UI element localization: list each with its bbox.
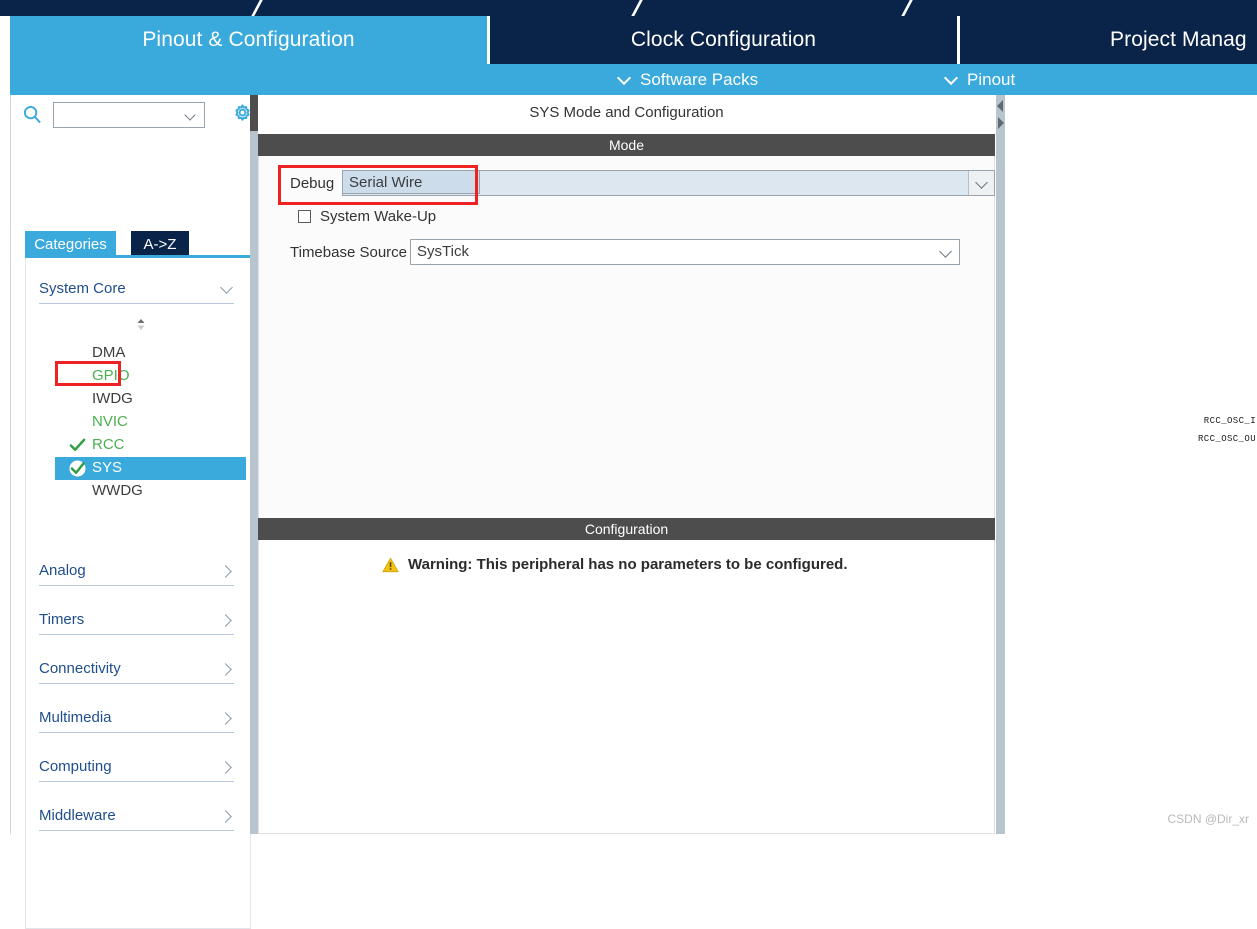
menu-label: Pinout xyxy=(967,69,1016,89)
chevron-down-icon xyxy=(220,282,234,296)
chevron-right-icon xyxy=(220,613,234,627)
group-label: Analog xyxy=(39,562,86,579)
pin-label-rcc-osc-in: RCC_OSC_I xyxy=(1203,416,1256,426)
configuration-warning: Warning: This peripheral has no paramete… xyxy=(382,556,848,573)
chevron-down-icon[interactable] xyxy=(186,111,197,122)
tab-project-manager[interactable]: Project Manag xyxy=(960,16,1257,64)
warning-triangle-icon xyxy=(382,556,399,572)
peripheral-label: IWDG xyxy=(92,390,133,407)
menu-pinout[interactable]: Pinout xyxy=(945,64,1015,95)
chevron-down-icon xyxy=(945,72,958,85)
sys-configuration-panel: SYS Mode and Configuration Mode Debug Se… xyxy=(258,95,995,834)
sidebar-view-tabs: Categories A->Z xyxy=(25,231,251,257)
peripheral-sidebar: Categories A->Z System Core DMA GPIO IWD… xyxy=(10,95,251,929)
menu-software-packs[interactable]: Software Packs xyxy=(618,64,758,95)
chevron-right-icon xyxy=(220,711,234,725)
check-circle-icon xyxy=(69,460,86,477)
banner-slash-decoration xyxy=(247,0,266,16)
chevron-right-icon xyxy=(220,809,234,823)
list-scroll-spinner[interactable] xyxy=(133,316,149,332)
category-scroll-panel: System Core DMA GPIO IWDG NVIC RCC SYS W… xyxy=(25,258,251,929)
timebase-source-combobox[interactable]: SysTick xyxy=(410,239,960,265)
mode-section-header: Mode xyxy=(258,134,995,156)
peripheral-item-dma[interactable]: DMA xyxy=(55,342,246,365)
menu-label: Software Packs xyxy=(640,69,759,89)
system-wakeup-row[interactable]: System Wake-Up xyxy=(298,208,436,225)
group-label: Middleware xyxy=(39,807,116,824)
tab-label: Clock Configuration xyxy=(630,28,817,51)
system-wakeup-label: System Wake-Up xyxy=(320,208,437,225)
main-tab-bar: Pinout & Configuration Clock Configurati… xyxy=(0,16,1257,64)
watermark: CSDN @Dir_xr xyxy=(1167,812,1249,826)
sidebar-group-system-core[interactable]: System Core xyxy=(39,274,234,304)
chevron-down-icon[interactable] xyxy=(968,171,994,195)
peripheral-item-wwdg[interactable]: WWDG xyxy=(55,480,246,503)
peripheral-item-gpio[interactable]: GPIO xyxy=(55,365,246,388)
peripheral-label: SYS xyxy=(92,459,123,476)
group-label: System Core xyxy=(39,280,126,297)
sub-tool-bar: Software Packs Pinout xyxy=(10,64,1257,95)
sidebar-group-connectivity[interactable]: Connectivity xyxy=(39,654,234,684)
tab-label: A->Z xyxy=(143,235,177,253)
sidebar-group-middleware[interactable]: Middleware xyxy=(39,801,234,831)
sidebar-group-analog[interactable]: Analog xyxy=(39,556,234,586)
search-box[interactable] xyxy=(53,102,205,128)
chevron-down-icon[interactable] xyxy=(933,240,959,264)
search-icon[interactable] xyxy=(23,105,42,124)
configuration-section-body xyxy=(258,540,995,834)
search-row xyxy=(11,99,251,133)
panel-splitter[interactable] xyxy=(996,95,1005,834)
tab-label: Project Manag xyxy=(1110,28,1247,51)
peripheral-label: NVIC xyxy=(92,413,128,430)
warning-text: Warning: This peripheral has no paramete… xyxy=(408,556,848,573)
chevron-down-icon xyxy=(618,72,631,85)
panel-title: SYS Mode and Configuration xyxy=(258,95,995,129)
chevron-right-icon xyxy=(220,662,234,676)
banner-slash-decoration xyxy=(627,0,646,16)
sidebar-group-computing[interactable]: Computing xyxy=(39,752,234,782)
tab-label: Categories xyxy=(34,235,107,253)
tab-a-to-z[interactable]: A->Z xyxy=(131,231,189,257)
title-banner xyxy=(0,0,1257,16)
tab-clock-configuration[interactable]: Clock Configuration xyxy=(490,16,957,64)
sidebar-group-multimedia[interactable]: Multimedia xyxy=(39,703,234,733)
group-label: Timers xyxy=(39,611,85,628)
peripheral-item-sys[interactable]: SYS xyxy=(55,457,246,480)
configuration-section-header: Configuration xyxy=(258,518,995,540)
debug-label: Debug xyxy=(290,175,335,192)
debug-combobox[interactable]: Serial Wire xyxy=(342,170,995,196)
pin-label-rcc-osc-out: RCC_OSC_OU xyxy=(1197,434,1256,444)
group-label: Multimedia xyxy=(39,709,112,726)
tab-pinout-configuration[interactable]: Pinout & Configuration xyxy=(10,16,487,64)
sidebar-group-timers[interactable]: Timers xyxy=(39,605,234,635)
tab-label: Pinout & Configuration xyxy=(142,28,355,51)
peripheral-item-iwdg[interactable]: IWDG xyxy=(55,388,246,411)
banner-slash-decoration xyxy=(897,0,916,16)
search-input[interactable] xyxy=(58,106,182,126)
peripheral-item-nvic[interactable]: NVIC xyxy=(55,411,246,434)
collapse-right-icon[interactable] xyxy=(996,116,1005,130)
peripheral-label: WWDG xyxy=(92,482,143,499)
system-wakeup-checkbox[interactable] xyxy=(298,210,311,223)
check-icon xyxy=(69,438,86,451)
timebase-source-label: Timebase Source xyxy=(290,244,407,261)
collapse-left-icon[interactable] xyxy=(996,99,1005,113)
timebase-source-value: SysTick xyxy=(417,243,469,260)
peripheral-item-rcc[interactable]: RCC xyxy=(55,434,246,457)
group-label: Connectivity xyxy=(39,660,121,677)
chevron-right-icon xyxy=(220,760,234,774)
debug-value: Serial Wire xyxy=(349,174,423,191)
peripheral-label: GPIO xyxy=(92,367,130,384)
tab-categories[interactable]: Categories xyxy=(25,231,116,257)
peripheral-label: RCC xyxy=(92,436,125,453)
chip-pinout-canvas[interactable]: RCC_OSC_I RCC_OSC_OU CSDN @Dir_xr xyxy=(1005,95,1257,834)
group-label: Computing xyxy=(39,758,112,775)
peripheral-label: DMA xyxy=(92,344,126,361)
chevron-right-icon xyxy=(220,564,234,578)
